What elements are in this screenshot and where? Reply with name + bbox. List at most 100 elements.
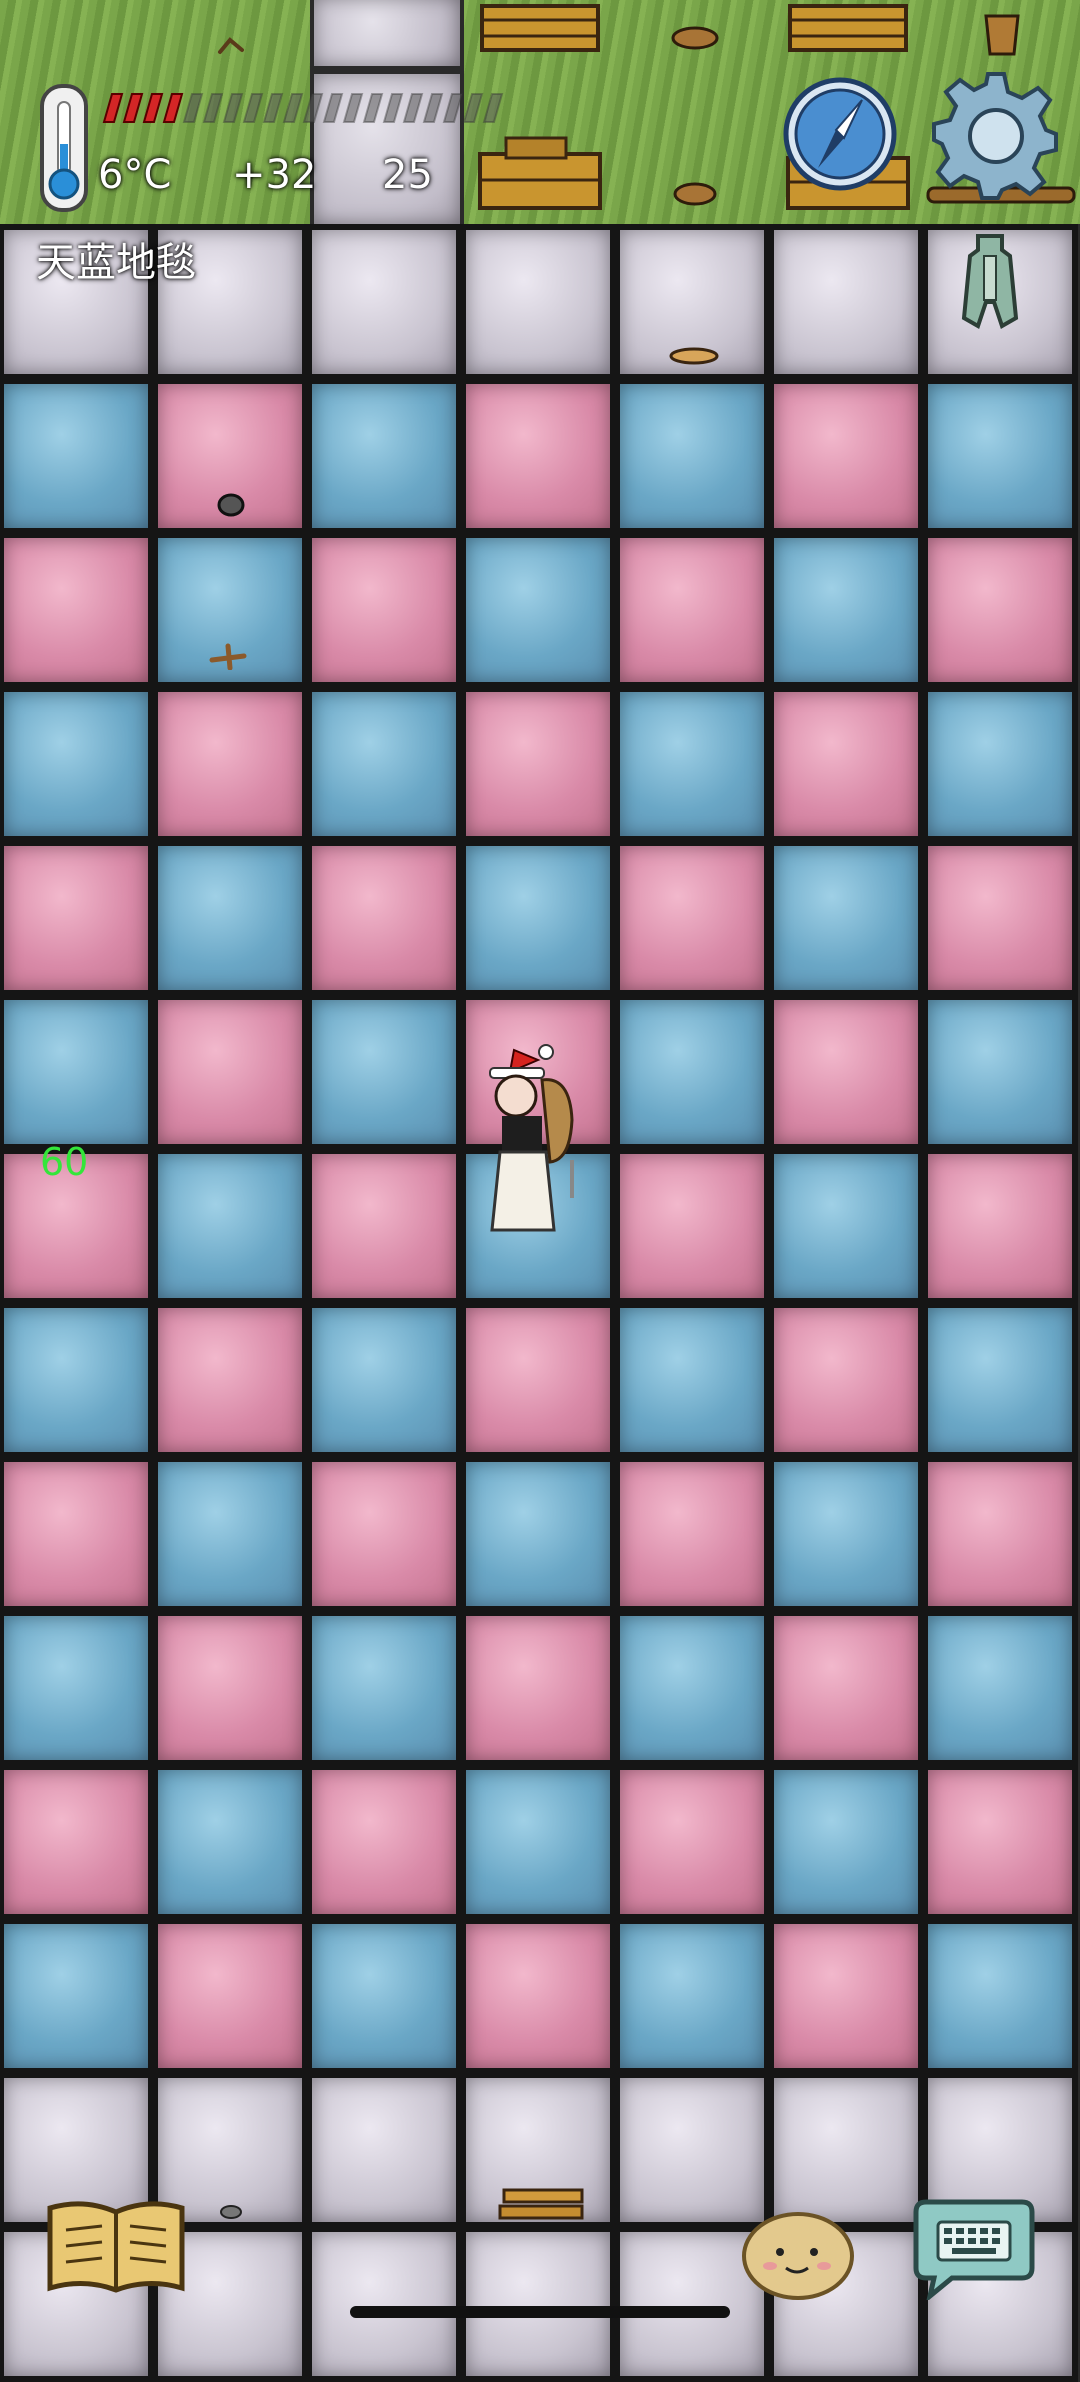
floor-tile[interactable] — [460, 2226, 616, 2382]
floor-tile[interactable] — [768, 1764, 924, 1920]
floor-tile[interactable] — [0, 1918, 154, 2074]
floor-tile[interactable] — [768, 1456, 924, 1612]
floor-tile[interactable] — [306, 1148, 462, 1304]
floor-tile[interactable] — [614, 840, 770, 996]
floor-tile[interactable] — [306, 224, 462, 380]
floor-tile[interactable] — [0, 1456, 154, 1612]
boards-icon[interactable] — [498, 2184, 588, 2224]
bowl-icon[interactable] — [670, 24, 720, 58]
stick-icon[interactable] — [208, 640, 248, 670]
bowl-icon[interactable] — [670, 178, 720, 212]
emote-face-icon[interactable] — [740, 2206, 856, 2302]
floor-tile[interactable] — [460, 532, 616, 688]
floor-tile[interactable] — [152, 1302, 308, 1458]
floor-tile[interactable] — [768, 1148, 924, 1304]
keyboard-icon[interactable] — [912, 2196, 1036, 2300]
floor-tile[interactable] — [922, 1610, 1078, 1766]
floor-tile[interactable] — [306, 1302, 462, 1458]
gear-icon[interactable] — [930, 68, 1062, 200]
wooden-crate-icon[interactable] — [786, 0, 910, 56]
floor-tile[interactable] — [614, 1302, 770, 1458]
floor-tile[interactable] — [460, 840, 616, 996]
compass-icon[interactable] — [782, 76, 898, 192]
floor-tile[interactable] — [614, 532, 770, 688]
floor-tile[interactable] — [922, 1764, 1078, 1920]
floor-tile[interactable] — [768, 1610, 924, 1766]
floor-tile[interactable] — [614, 378, 770, 534]
stone-icon[interactable] — [216, 492, 246, 518]
floor-tile[interactable] — [306, 1764, 462, 1920]
floor-tile[interactable] — [768, 1918, 924, 2074]
floor-tile[interactable] — [306, 532, 462, 688]
floor-tile[interactable] — [614, 1456, 770, 1612]
floor-tile[interactable] — [922, 1918, 1078, 2074]
floor-tile[interactable] — [614, 1918, 770, 2074]
floor-tile[interactable] — [306, 2072, 462, 2228]
floor-tile[interactable] — [306, 378, 462, 534]
floor-tile[interactable] — [0, 840, 154, 996]
wooden-crate-icon[interactable] — [476, 134, 604, 214]
floor-tile[interactable] — [0, 1302, 154, 1458]
floor-tile[interactable] — [768, 2072, 924, 2228]
floor-tile[interactable] — [310, 0, 464, 70]
floor-tile[interactable] — [614, 1148, 770, 1304]
floor-tile[interactable] — [306, 1918, 462, 2074]
floor-tile[interactable] — [306, 840, 462, 996]
floor-tile[interactable] — [460, 1918, 616, 2074]
wooden-crate-icon[interactable] — [478, 0, 602, 56]
floor-tile[interactable] — [922, 1302, 1078, 1458]
floor-tile[interactable] — [922, 1456, 1078, 1612]
floor-tile[interactable] — [152, 1610, 308, 1766]
spade-icon[interactable] — [950, 232, 1030, 332]
floor-tile[interactable] — [460, 1456, 616, 1612]
book-icon[interactable] — [44, 2196, 188, 2296]
floor-tile[interactable] — [768, 378, 924, 534]
floor-tile[interactable] — [460, 224, 616, 380]
floor-tile[interactable] — [306, 1610, 462, 1766]
floor-tile[interactable] — [614, 994, 770, 1150]
floor-tile[interactable] — [460, 1764, 616, 1920]
floor-tile[interactable] — [460, 1302, 616, 1458]
floor-tile[interactable] — [0, 378, 154, 534]
floor-tile[interactable] — [768, 1302, 924, 1458]
floor-tile[interactable] — [0, 1610, 154, 1766]
floor-tile[interactable] — [922, 532, 1078, 688]
floor-tile[interactable] — [768, 994, 924, 1150]
floor-tile[interactable] — [152, 1764, 308, 1920]
floor-tile[interactable] — [306, 1456, 462, 1612]
floor-tile[interactable] — [152, 994, 308, 1150]
floor-tile[interactable] — [768, 686, 924, 842]
floor-tile[interactable] — [460, 686, 616, 842]
floor-tile[interactable] — [614, 686, 770, 842]
stone-icon[interactable] — [218, 2202, 244, 2222]
floor-tile[interactable] — [152, 1456, 308, 1612]
floor-tile[interactable] — [922, 686, 1078, 842]
floor-tile[interactable] — [922, 1148, 1078, 1304]
floor-tile[interactable] — [0, 994, 154, 1150]
floor-tile[interactable] — [768, 532, 924, 688]
floor-tile[interactable] — [306, 2226, 462, 2382]
floor-tile[interactable] — [768, 840, 924, 996]
floor-tile[interactable] — [460, 1610, 616, 1766]
stick-icon[interactable] — [216, 34, 246, 56]
player-character[interactable] — [480, 1040, 590, 1240]
floor-tile[interactable] — [152, 840, 308, 996]
floor-tile[interactable] — [922, 994, 1078, 1150]
floor-tile[interactable] — [306, 686, 462, 842]
floor-tile[interactable] — [614, 2072, 770, 2228]
floor-tile[interactable] — [306, 994, 462, 1150]
floor-tile[interactable] — [922, 840, 1078, 996]
bucket-icon[interactable] — [980, 8, 1024, 58]
floor-tile[interactable] — [460, 378, 616, 534]
floor-tile[interactable] — [152, 686, 308, 842]
floor-tile[interactable] — [0, 532, 154, 688]
floor-tile[interactable] — [0, 686, 154, 842]
floor-tile[interactable] — [614, 1610, 770, 1766]
floor-tile[interactable] — [614, 1764, 770, 1920]
flat-bread-icon[interactable] — [668, 346, 720, 366]
floor-tile[interactable] — [0, 1764, 154, 1920]
floor-tile[interactable] — [768, 224, 924, 380]
floor-tile[interactable] — [152, 1148, 308, 1304]
floor-tile[interactable] — [152, 1918, 308, 2074]
floor-tile[interactable] — [922, 378, 1078, 534]
